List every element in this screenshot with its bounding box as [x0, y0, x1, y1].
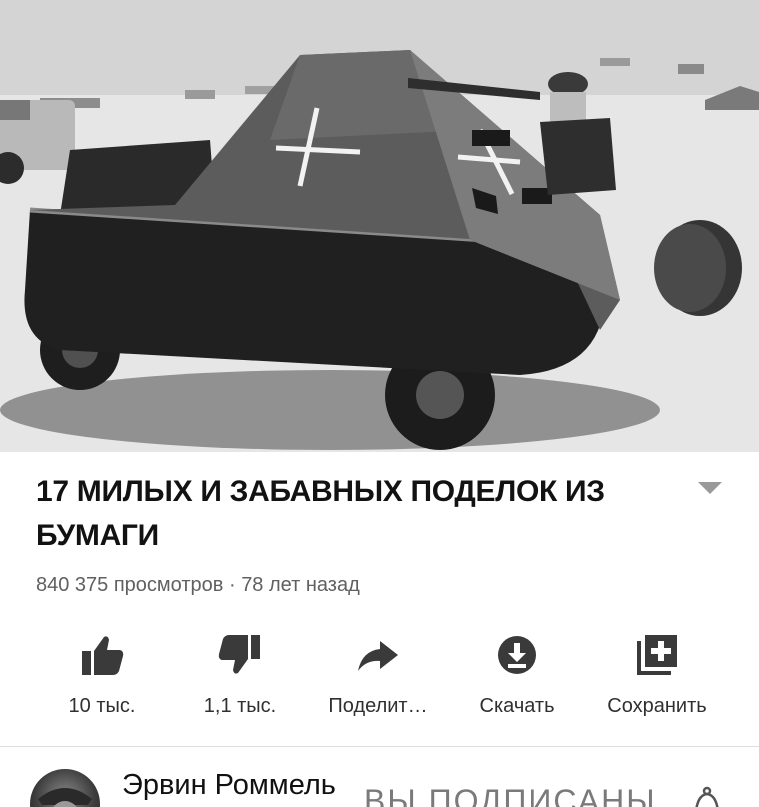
channel-name[interactable]: Эрвин Роммель: [122, 769, 336, 802]
thumbs-down-icon: [218, 635, 260, 674]
dislike-button[interactable]: 1,1 тыс.: [170, 625, 310, 725]
video-title-row: 17 МИЛЫХ И ЗАБАВНЫХ ПОДЕЛОК ИЗ БУМАГИ: [36, 470, 726, 558]
avatar-portrait-icon: [38, 788, 92, 807]
download-label: Скачать: [479, 695, 555, 717]
bell-icon[interactable]: [690, 785, 724, 807]
channel-row: Эрвин Роммель ВЫ ПОДПИСАНЫ: [0, 747, 759, 807]
add-to-playlist-icon: [637, 635, 677, 675]
share-arrow-icon: [358, 641, 398, 671]
share-button[interactable]: Поделит…: [308, 625, 448, 725]
like-count: 10 тыс.: [68, 695, 136, 717]
video-title: 17 МИЛЫХ И ЗАБАВНЫХ ПОДЕЛОК ИЗ БУМАГИ: [36, 475, 605, 552]
video-meta: 840 375 просмотров · 78 лет назад: [36, 574, 360, 597]
video-thumbnail[interactable]: [0, 0, 759, 452]
dislike-count: 1,1 тыс.: [203, 695, 277, 717]
share-label: Поделит…: [328, 695, 428, 717]
action-bar: 10 тыс. 1,1 тыс. Поделит… Скачать Сохран…: [0, 625, 759, 725]
download-button[interactable]: Скачать: [447, 625, 587, 725]
like-button[interactable]: 10 тыс.: [32, 625, 172, 725]
save-label: Сохранить: [607, 695, 707, 717]
meta-separator: ·: [223, 574, 242, 596]
avatar[interactable]: [30, 769, 100, 807]
save-button[interactable]: Сохранить: [587, 625, 727, 725]
chevron-down-icon[interactable]: [698, 482, 722, 496]
subscribed-button[interactable]: ВЫ ПОДПИСАНЫ: [364, 783, 657, 807]
upload-age: 78 лет назад: [241, 574, 360, 596]
thumbs-up-icon: [82, 636, 124, 675]
download-icon: [498, 636, 536, 674]
view-count: 840 375 просмотров: [36, 574, 224, 596]
thumbnail-photo: [0, 0, 759, 452]
